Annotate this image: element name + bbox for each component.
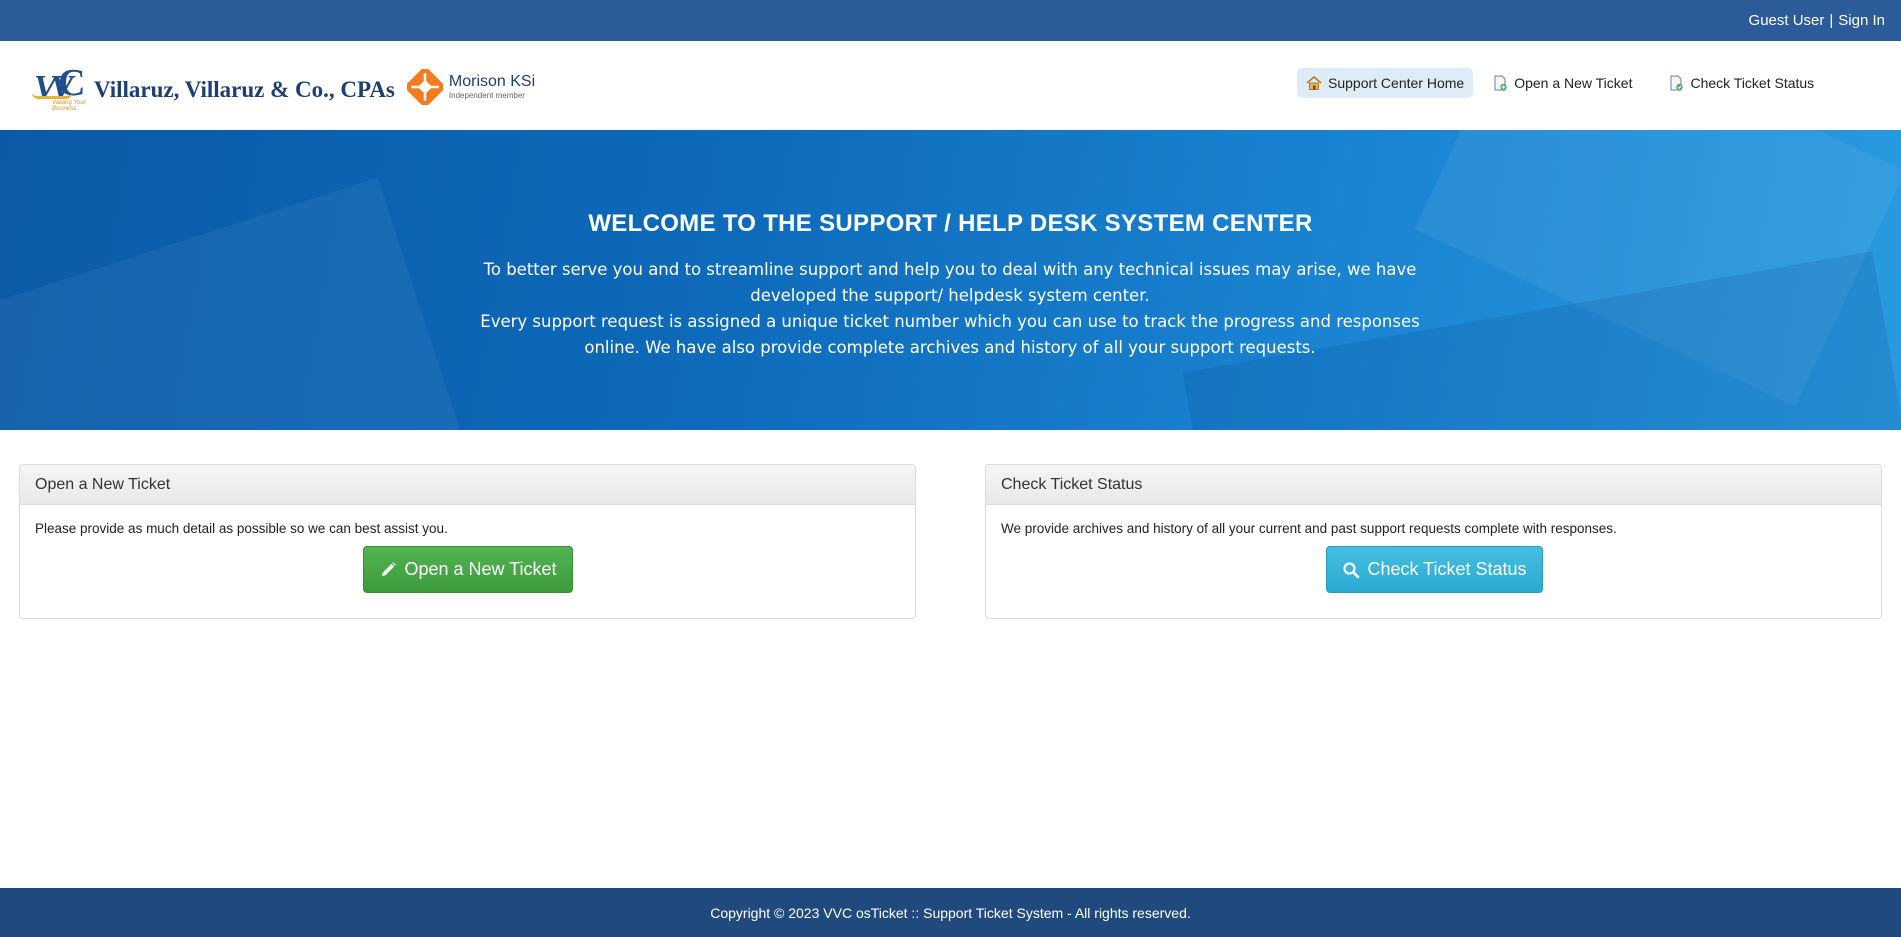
open-new-ticket-button-label: Open a New Ticket <box>404 559 557 579</box>
nav-open-new-ticket[interactable]: Open a New Ticket <box>1483 68 1641 98</box>
welcome-paragraph-1: To better serve you and to streamline su… <box>483 260 1417 305</box>
open-ticket-panel: Open a New Ticket Please provide as much… <box>19 464 916 619</box>
topbar-separator: | <box>1829 12 1834 29</box>
pencil-icon <box>382 561 397 576</box>
open-ticket-panel-title: Open a New Ticket <box>20 465 915 505</box>
copyright-text: Copyright © 2023 VVC osTicket :: Support… <box>710 904 1191 921</box>
check-status-panel-text: We provide archives and history of all y… <box>1001 521 1617 536</box>
welcome-description: To better serve you and to streamline su… <box>470 257 1430 361</box>
firm-name: Villaruz, Villaruz & Co., CPAs <box>94 77 395 102</box>
check-ticket-status-button-label: Check Ticket Status <box>1367 559 1527 579</box>
morison-ksi-logo: Morison KSi Independent member <box>406 69 536 105</box>
welcome-paragraph-2: Every support request is assigned a uniq… <box>480 312 1420 357</box>
check-status-panel: Check Ticket Status We provide archives … <box>985 464 1882 619</box>
vvc-logo-mark: VV C Valuing Your Business <box>32 62 92 112</box>
morison-ksi-icon <box>406 69 443 105</box>
guest-user-label: Guest User <box>1748 12 1825 29</box>
welcome-banner: WELCOME TO THE SUPPORT / HELP DESK SYSTE… <box>0 130 1901 430</box>
welcome-title: WELCOME TO THE SUPPORT / HELP DESK SYSTE… <box>588 210 1313 237</box>
nav-label: Open a New Ticket <box>1514 75 1633 91</box>
partner-subtitle: Independent member <box>448 91 525 100</box>
open-new-ticket-button[interactable]: Open a New Ticket <box>363 546 573 593</box>
home-icon <box>1306 75 1322 90</box>
nav-label: Support Center Home <box>1328 75 1465 91</box>
nav-check-ticket-status[interactable]: Check Ticket Status <box>1659 68 1823 98</box>
check-ticket-status-button[interactable]: Check Ticket Status <box>1326 546 1543 593</box>
site-header: VV C Valuing Your Business Villaruz, Vil… <box>0 41 1901 130</box>
main-nav: Support Center Home Open a New Ticket Ch… <box>1297 68 1831 98</box>
nav-support-center-home[interactable]: Support Center Home <box>1297 68 1474 98</box>
sign-in-link[interactable]: Sign In <box>1838 12 1885 29</box>
logo-tagline: Valuing Your Business <box>52 100 86 112</box>
nav-label: Check Ticket Status <box>1690 75 1815 91</box>
check-status-panel-title: Check Ticket Status <box>986 465 1881 505</box>
new-ticket-icon <box>1494 75 1507 91</box>
ticket-status-icon <box>1670 75 1684 91</box>
open-ticket-panel-text: Please provide as much detail as possibl… <box>35 521 448 536</box>
page: Guest User | Sign In VV C Valuing Your B… <box>0 0 1901 937</box>
site-logo[interactable]: VV C Valuing Your Business Villaruz, Vil… <box>32 62 536 112</box>
search-icon <box>1343 561 1360 578</box>
site-footer: Copyright © 2023 VVC osTicket :: Support… <box>0 888 1901 937</box>
partner-name: Morison KSi <box>448 73 536 90</box>
user-bar: Guest User | Sign In <box>0 0 1901 41</box>
